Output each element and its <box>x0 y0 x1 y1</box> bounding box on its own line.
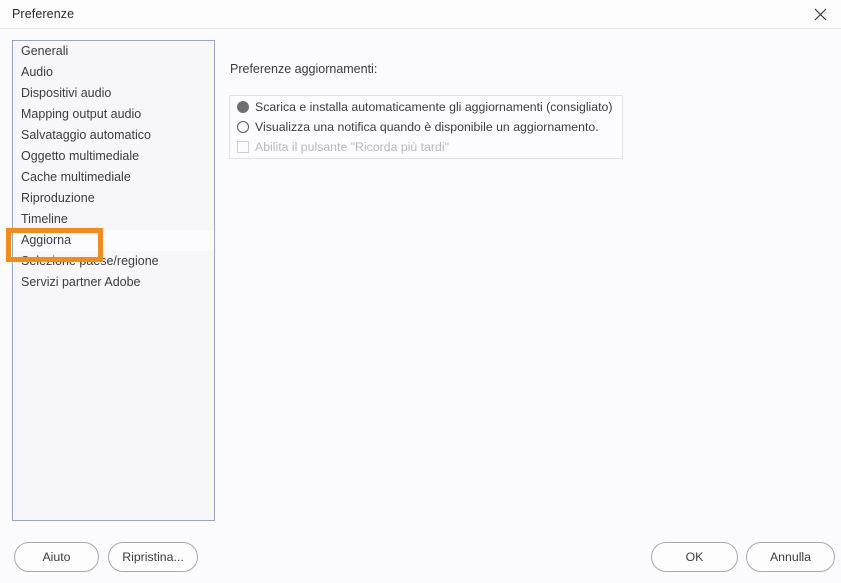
sidebar-item-label: Salvataggio automatico <box>21 128 151 142</box>
close-icon <box>814 8 827 21</box>
reset-button[interactable]: Ripristina... <box>108 542 198 572</box>
window-titlebar: Preferenze <box>0 0 841 29</box>
sidebar-item-label: Audio <box>21 65 53 79</box>
sidebar-item-servizi-partner-adobe[interactable]: Servizi partner Adobe <box>13 272 214 293</box>
sidebar-item-dispositivi-audio[interactable]: Dispositivi audio <box>13 83 214 104</box>
sidebar-item-label: Mapping output audio <box>21 107 142 121</box>
cancel-button[interactable]: Annulla <box>746 542 835 572</box>
close-button[interactable] <box>799 0 841 29</box>
window-title: Preferenze <box>12 7 75 21</box>
sidebar-item-label: Dispositivi audio <box>21 86 112 100</box>
update-preferences-group: Scarica e installa automaticamente gli a… <box>229 95 623 159</box>
sidebar-item-cache-multimediale[interactable]: Cache multimediale <box>13 167 214 188</box>
sidebar-item-audio[interactable]: Audio <box>13 62 214 83</box>
sidebar-item-label: Generali <box>21 44 69 58</box>
auto-update-radio-label: Scarica e installa automaticamente gli a… <box>255 99 613 114</box>
sidebar-item-label: Cache multimediale <box>21 170 131 184</box>
sidebar-item-riproduzione[interactable]: Riproduzione <box>13 188 214 209</box>
sidebar-item-label: Timeline <box>21 212 68 226</box>
category-list[interactable]: Generali Audio Dispositivi audio Mapping ou… <box>12 40 215 521</box>
auto-update-radio-row[interactable]: Scarica e installa automaticamente gli a… <box>230 97 622 116</box>
remind-later-checkbox-row: Abilita il pulsante "Ricorda più tardi" <box>230 137 622 156</box>
sidebar-item-salvataggio-automatico[interactable]: Salvataggio automatico <box>13 125 214 146</box>
sidebar-item-generali[interactable]: Generali <box>13 41 214 62</box>
ok-button[interactable]: OK <box>651 542 738 572</box>
sidebar-item-oggetto-multimediale[interactable]: Oggetto multimediale <box>13 146 214 167</box>
notify-update-radio[interactable] <box>237 120 249 133</box>
sidebar-item-selezione-paese-regione[interactable]: Selezione paese/regione <box>13 251 214 272</box>
sidebar-item-label: Servizi partner Adobe <box>21 275 141 289</box>
section-label: Preferenze aggiornamenti: <box>230 62 378 76</box>
help-button[interactable]: Aiuto <box>14 542 99 572</box>
sidebar-item-label: Oggetto multimediale <box>21 149 140 163</box>
sidebar-item-aggiorna[interactable]: Aggiorna <box>13 230 214 251</box>
remind-later-checkbox <box>237 140 249 153</box>
sidebar-item-label: Aggiorna <box>21 233 72 247</box>
sidebar-item-timeline[interactable]: Timeline <box>13 209 214 230</box>
sidebar-item-label: Selezione paese/regione <box>21 254 159 268</box>
notify-update-radio-row[interactable]: Visualizza una notifica quando è disponi… <box>230 117 622 136</box>
dialog-body: Generali Audio Dispositivi audio Mapping ou… <box>0 29 841 583</box>
remind-later-checkbox-label: Abilita il pulsante "Ricorda più tardi" <box>255 139 449 154</box>
notify-update-radio-label: Visualizza una notifica quando è disponi… <box>255 119 599 134</box>
sidebar-item-label: Riproduzione <box>21 191 95 205</box>
auto-update-radio[interactable] <box>237 100 249 113</box>
sidebar-item-mapping-output-audio[interactable]: Mapping output audio <box>13 104 214 125</box>
